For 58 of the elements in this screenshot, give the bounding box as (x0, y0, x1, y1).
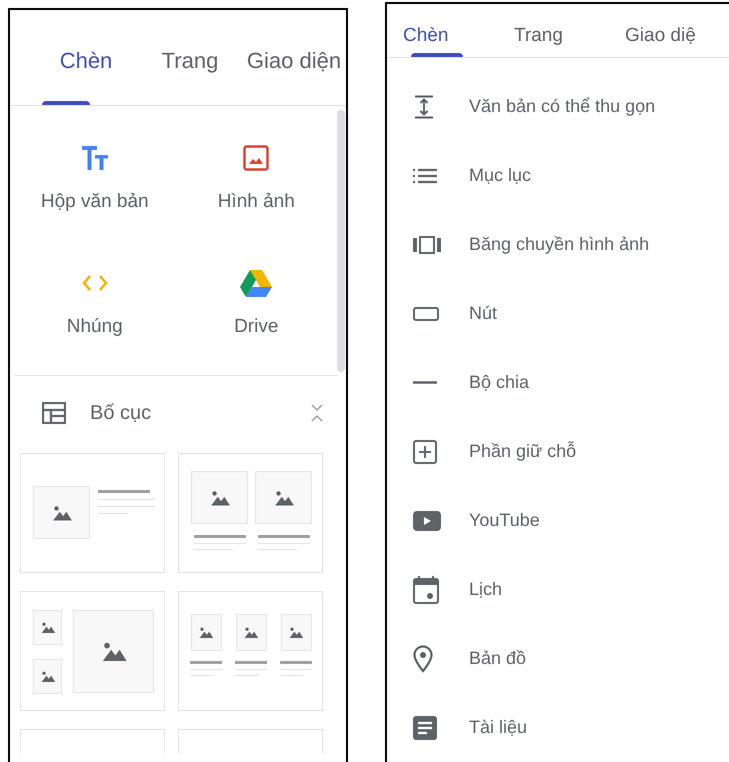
insert-tile[interactable]: Hộp văn bản (14, 142, 176, 216)
tile-label: Nhúng (66, 314, 123, 338)
item-label: Bản đồ (469, 647, 526, 670)
item-label: YouTube (469, 509, 540, 532)
layout-thumbnail[interactable] (20, 591, 165, 711)
play-icon (413, 510, 441, 530)
item-label: Nút (469, 302, 498, 325)
section-title: Bố cục (90, 401, 152, 426)
insert-tile[interactable]: Hình ảnh (176, 142, 337, 216)
insert-item[interactable]: YouTube (387, 486, 729, 555)
layout-thumbnail[interactable] (20, 453, 165, 573)
collapse-toggle[interactable] (310, 403, 324, 423)
tab[interactable]: Giao diệ (625, 4, 729, 57)
insert-item[interactable]: Mục lục (387, 141, 729, 210)
item-label: Phần giữ chỗ (469, 440, 576, 463)
location-pin-icon (413, 644, 433, 672)
insert-item[interactable]: Bộ chia (387, 348, 729, 417)
insert-item[interactable]: Bản đồ (387, 624, 729, 693)
insert-item[interactable]: Lịch (387, 555, 729, 624)
layout-thumbnail[interactable] (178, 729, 323, 753)
tile-label: Drive (234, 314, 278, 338)
tile-label: Hình ảnh (218, 190, 295, 214)
tile-label: Hộp văn bản (40, 190, 149, 214)
insert-item[interactable]: Băng chuyền hình ảnh (387, 210, 729, 279)
carousel-icon (413, 236, 441, 254)
document-icon (413, 716, 437, 740)
item-label: Lịch (469, 578, 502, 601)
insert-tile[interactable]: Drive (176, 266, 337, 341)
code-icon (80, 272, 109, 292)
insert-item[interactable]: Tài liệu (387, 693, 729, 762)
item-label: Tài liệu (469, 716, 528, 739)
list-icon (413, 168, 437, 184)
rectangle-icon (413, 306, 439, 320)
insert-item[interactable]: Nút (387, 279, 729, 348)
image-icon (243, 145, 270, 171)
tab[interactable]: Trang (514, 4, 625, 57)
layout-thumbnail[interactable] (178, 453, 323, 573)
calendar-icon (413, 576, 439, 604)
horizontal-line-icon (413, 381, 437, 384)
layout-thumbnail[interactable] (178, 591, 323, 711)
triangle-logo-icon (240, 268, 272, 296)
item-label: Văn bản có thể thu gọn (469, 95, 656, 118)
tab[interactable]: Chèn (34, 10, 138, 105)
layout-thumbnail[interactable] (20, 729, 165, 753)
tab[interactable]: Giao diện (242, 10, 346, 105)
item-label: Bộ chia (469, 371, 530, 394)
item-label: Băng chuyền hình ảnh (469, 233, 650, 256)
layout-icon (42, 402, 66, 424)
insert-item[interactable]: Phần giữ chỗ (387, 417, 729, 486)
item-label: Mục lục (469, 164, 532, 187)
expand-vertical-icon (413, 94, 435, 118)
tab[interactable]: Trang (138, 10, 242, 105)
plus-box-icon (413, 440, 437, 464)
tab[interactable]: Chèn (403, 4, 514, 57)
scrollbar[interactable] (337, 110, 345, 372)
insert-tile[interactable]: Nhúng (14, 266, 176, 341)
text-size-icon (80, 145, 109, 171)
insert-item[interactable]: Văn bản có thể thu gọn (387, 72, 729, 141)
